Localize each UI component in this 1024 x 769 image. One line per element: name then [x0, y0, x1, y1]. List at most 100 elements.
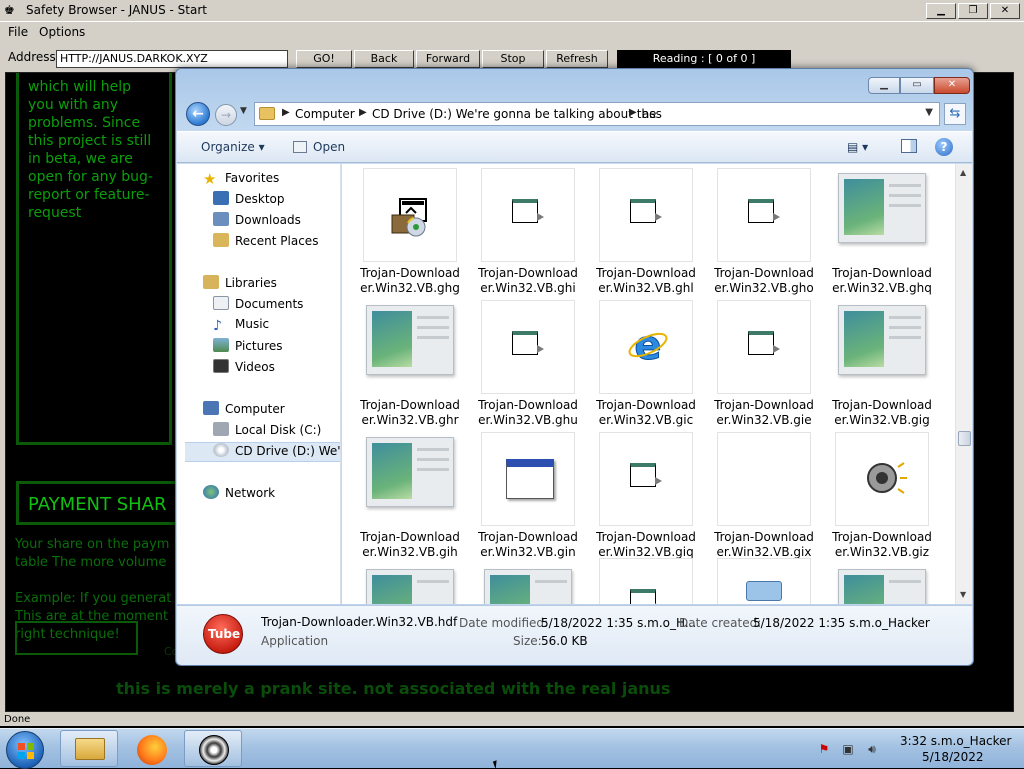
- browser-title-bar: ♚ Safety Browser - JANUS - Start ▁ ❐ ✕: [0, 0, 1024, 22]
- size-value: 56.0 KB: [541, 634, 588, 648]
- file-list-scrollbar[interactable]: ▲ ▼: [955, 164, 972, 604]
- file-item[interactable]: Trojan-Download er.Win32.VB.ghg: [360, 168, 460, 296]
- network-status-icon[interactable]: ▣: [840, 741, 856, 757]
- back-arrow-icon[interactable]: ←: [186, 102, 210, 126]
- details-pane: Tube Trojan-Downloader.Win32.VB.hdf Appl…: [177, 605, 972, 665]
- help-icon[interactable]: ?: [935, 138, 953, 156]
- menu-options[interactable]: Options: [39, 25, 85, 39]
- minimize-button[interactable]: ▁: [868, 77, 900, 94]
- action-center-icon[interactable]: ⚑: [816, 741, 832, 757]
- nav-network[interactable]: Network: [203, 485, 340, 505]
- preview-pane-icon[interactable]: [901, 139, 917, 153]
- music-icon: ♪: [213, 318, 222, 334]
- file-item[interactable]: Trojan-Download er.Win32.VB.giz: [832, 432, 932, 560]
- file-item[interactable]: Trojan-Download er.Win32.VB.ghi: [478, 168, 578, 296]
- open-button[interactable]: Open: [293, 140, 345, 154]
- file-name: Trojan-Download er.Win32.VB.giz: [824, 530, 940, 560]
- file-item[interactable]: Trojan-Download er.Win32.VB.gix: [714, 432, 814, 560]
- address-dropdown-icon[interactable]: ▼: [925, 107, 933, 118]
- image-icon: [838, 569, 926, 604]
- stop-button[interactable]: Stop: [482, 50, 544, 68]
- history-dropdown-icon[interactable]: ▼: [240, 106, 247, 116]
- scroll-down-icon[interactable]: ▼: [960, 590, 966, 599]
- chevron-right-icon[interactable]: ▶: [282, 107, 290, 118]
- file-name-line2: er.Win32.VB.gic: [598, 413, 694, 427]
- taskbar-explorer[interactable]: [60, 730, 118, 767]
- command-bar: Organize ▾ Open ▤ ▾ ?: [177, 131, 972, 163]
- file-name: Trojan-Download er.Win32.VB.ghq: [824, 266, 940, 296]
- file-name-line1: Trojan-Download: [596, 266, 696, 280]
- breadcrumb-cd-drive[interactable]: CD Drive (D:) We're gonna be talking abo…: [372, 107, 656, 121]
- change-view-button[interactable]: ▤ ▾: [847, 140, 868, 154]
- browser-minimize-button[interactable]: ▁: [926, 3, 956, 19]
- file-name-line2: er.Win32.VB.ghi: [480, 281, 576, 295]
- file-item[interactable]: Trojan-Download er.Win32.VB.gho: [714, 168, 814, 296]
- browser-close-button[interactable]: ✕: [990, 3, 1020, 19]
- window-icon: [506, 459, 554, 499]
- browser-menu-bar: File Options: [0, 22, 1024, 42]
- file-name: Trojan-Download er.Win32.VB.gic: [588, 398, 704, 428]
- nav-downloads[interactable]: Downloads: [213, 212, 340, 232]
- clock-date[interactable]: 5/18/2022: [922, 750, 984, 764]
- file-item[interactable]: Trojan-Download er.Win32.VB.ghq: [832, 168, 932, 296]
- clock-time[interactable]: 3:32 s.m.o_Hacker: [900, 734, 1012, 748]
- nav-label: Videos: [235, 360, 275, 374]
- file-item[interactable]: [596, 558, 696, 604]
- volume-icon[interactable]: 🔊︎: [864, 741, 880, 757]
- thumbnail: [481, 300, 575, 394]
- file-item[interactable]: Trojan-Download er.Win32.VB.gin: [478, 432, 578, 560]
- file-item[interactable]: Trojan-Download er.Win32.VB.ghl: [596, 168, 696, 296]
- file-item[interactable]: Trojan-Download er.Win32.VB.ghu: [478, 300, 578, 428]
- thumbnail: [363, 564, 457, 604]
- breadcrumb-computer[interactable]: Computer: [295, 107, 355, 121]
- nav-libraries[interactable]: Libraries: [203, 275, 340, 295]
- go-button[interactable]: GO!: [296, 50, 352, 68]
- file-item[interactable]: [478, 564, 578, 604]
- file-name-line1: Trojan-Download: [478, 266, 578, 280]
- nav-local-disk[interactable]: Local Disk (C:): [213, 422, 340, 442]
- file-item[interactable]: Trojan-Download er.Win32.VB.gig: [832, 300, 932, 428]
- organize-menu[interactable]: Organize ▾: [201, 140, 265, 154]
- refresh-icon[interactable]: ⇆: [944, 103, 966, 125]
- file-item[interactable]: Trojan-Download er.Win32.VB.gih: [360, 432, 460, 560]
- nav-music[interactable]: ♪ Music: [213, 317, 340, 337]
- nav-favorites[interactable]: ★ Favorites: [203, 170, 340, 190]
- refresh-button[interactable]: Refresh: [546, 50, 608, 68]
- breadcrumb-folder[interactable]: ass: [642, 107, 662, 121]
- back-button[interactable]: Back: [354, 50, 414, 68]
- browser-maximize-button[interactable]: ❐: [958, 3, 988, 19]
- url-input[interactable]: HTTP://JANUS.DARKOK.XYZ: [56, 50, 288, 68]
- file-name-line1: Trojan-Download: [596, 530, 696, 544]
- file-item[interactable]: [714, 558, 814, 604]
- nav-computer[interactable]: Computer: [203, 401, 340, 421]
- file-name-line1: Trojan-Download: [832, 530, 932, 544]
- chevron-right-icon[interactable]: ▶: [359, 107, 367, 118]
- close-button[interactable]: ✕: [934, 77, 970, 94]
- taskbar-safety-browser[interactable]: [184, 730, 242, 767]
- nav-recent-places[interactable]: Recent Places: [213, 233, 340, 253]
- maximize-button[interactable]: ▭: [900, 77, 934, 94]
- scroll-thumb[interactable]: [958, 431, 971, 446]
- forward-arrow-icon[interactable]: →: [215, 104, 237, 126]
- start-button[interactable]: [6, 731, 44, 769]
- browser-scrollbar[interactable]: [1014, 72, 1024, 712]
- forward-button[interactable]: Forward: [416, 50, 480, 68]
- nav-desktop[interactable]: Desktop: [213, 191, 340, 211]
- file-icon: [630, 589, 664, 604]
- file-item[interactable]: e Trojan-Download er.Win32.VB.gic: [596, 300, 696, 428]
- star-icon: ★: [203, 170, 217, 188]
- address-breadcrumb[interactable]: ▶ Computer ▶ CD Drive (D:) We're gonna b…: [254, 102, 940, 126]
- file-item[interactable]: Trojan-Download er.Win32.VB.gie: [714, 300, 814, 428]
- file-item[interactable]: Trojan-Download er.Win32.VB.ghr: [360, 300, 460, 428]
- nav-cd-drive[interactable]: CD Drive (D:) We're g: [185, 442, 340, 462]
- nav-documents[interactable]: Documents: [213, 296, 340, 316]
- nav-pictures[interactable]: Pictures: [213, 338, 340, 358]
- file-item[interactable]: Trojan-Download er.Win32.VB.giq: [596, 432, 696, 560]
- nav-videos[interactable]: Videos: [213, 359, 340, 379]
- file-item[interactable]: [360, 564, 460, 604]
- menu-file[interactable]: File: [8, 25, 28, 39]
- chevron-right-icon[interactable]: ▶: [629, 107, 637, 118]
- file-item[interactable]: [832, 564, 932, 604]
- taskbar-firefox[interactable]: [122, 730, 180, 767]
- scroll-up-icon[interactable]: ▲: [960, 168, 966, 177]
